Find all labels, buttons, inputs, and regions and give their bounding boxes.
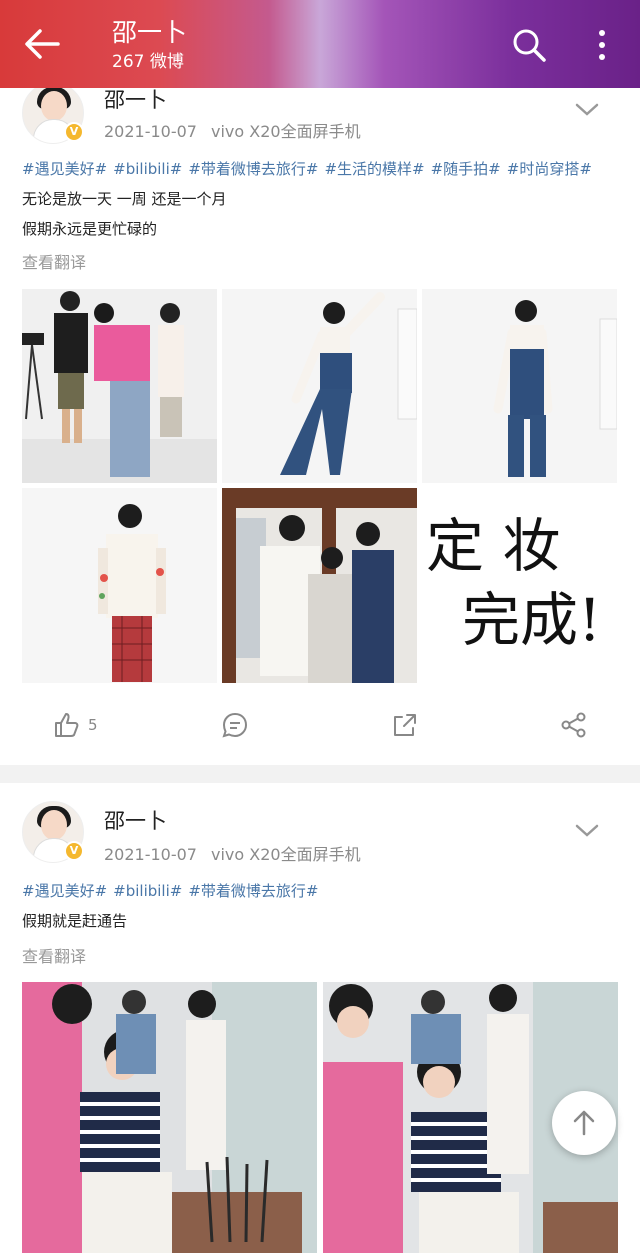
hashtag-link[interactable]: #bilibili#: [113, 160, 182, 178]
like-count: 5: [88, 716, 98, 734]
photo-overalls-pose[interactable]: [222, 289, 417, 483]
photo-handwriting[interactable]: 定 妆 完成!: [422, 488, 617, 683]
arrow-up-icon: [573, 1110, 595, 1136]
post-date: 2021-10-07: [104, 122, 197, 141]
photo-group-three[interactable]: [222, 488, 417, 683]
post-date: 2021-10-07: [104, 845, 197, 864]
post-text-line: 假期就是赶通告: [22, 912, 128, 930]
post-count: 267 微博: [112, 52, 184, 72]
hashtag-row: #遇见美好# #bilibili# #带着微博去旅行#: [22, 880, 324, 901]
share-icon: [561, 712, 586, 738]
chevron-down-icon[interactable]: [574, 102, 600, 118]
scroll-to-top-button[interactable]: [552, 1091, 616, 1155]
post-text-line: 无论是放一天 一周 还是一个月: [22, 190, 227, 208]
post-actions-bar: 5: [0, 705, 640, 745]
post-meta: 2021-10-07 vivo X20全面屏手机: [104, 841, 361, 865]
verified-badge-icon: V: [64, 122, 84, 142]
photo-overalls-standing[interactable]: [422, 289, 617, 483]
share-button[interactable]: [560, 705, 588, 745]
back-arrow-icon[interactable]: [22, 26, 62, 62]
photo-makeup-chair-1[interactable]: [22, 982, 317, 1253]
hashtag-row: #遇见美好# #bilibili# #带着微博去旅行# #生活的模样# #随手拍# #时尚…: [22, 158, 598, 179]
post-meta: 2021-10-07 vivo X20全面屏手机: [104, 118, 361, 142]
profile-page: 邵一卜 267 微博 V 邵一卜 2021-10-07 vivo X20全面屏手机…: [0, 0, 640, 1253]
repost-button[interactable]: [391, 705, 419, 745]
search-icon[interactable]: [510, 26, 548, 64]
post-device[interactable]: vivo X20全面屏手机: [211, 845, 361, 864]
photo-sweater-plaid-pants[interactable]: [22, 488, 217, 683]
top-bar: 邵一卜 267 微博: [0, 0, 640, 88]
like-button[interactable]: 5: [52, 705, 98, 745]
hashtag-link[interactable]: #生活的模样#: [324, 160, 424, 178]
post-card: V 邵一卜 2021-10-07 vivo X20全面屏手机 #遇见美好# #bil…: [0, 783, 640, 1253]
translate-link[interactable]: 查看翻译: [22, 943, 86, 967]
hashtag-link[interactable]: #带着微博去旅行#: [188, 882, 318, 900]
post-device[interactable]: vivo X20全面屏手机: [211, 122, 361, 141]
thumbs-up-icon: [55, 713, 79, 737]
hashtag-link[interactable]: #随手拍#: [431, 160, 501, 178]
photo-studio-makeup[interactable]: [22, 289, 217, 483]
more-vertical-icon[interactable]: [590, 26, 614, 64]
hashtag-link[interactable]: #bilibili#: [113, 882, 182, 900]
hashtag-link[interactable]: #带着微博去旅行#: [188, 160, 318, 178]
translate-link[interactable]: 查看翻译: [22, 249, 86, 273]
username[interactable]: 邵一卜: [104, 84, 167, 114]
username[interactable]: 邵一卜: [104, 805, 167, 835]
repost-icon: [394, 714, 416, 736]
comment-icon: [222, 712, 248, 738]
verified-badge-icon: V: [64, 841, 84, 861]
header-title-block: 邵一卜 267 微博: [112, 18, 187, 73]
hashtag-link[interactable]: #遇见美好#: [22, 882, 107, 900]
hashtag-link[interactable]: #时尚穿搭#: [507, 160, 592, 178]
post-card: V 邵一卜 2021-10-07 vivo X20全面屏手机 #遇见美好# #bil…: [0, 60, 640, 765]
handwriting-line2: 完成!: [462, 586, 601, 654]
page-title: 邵一卜: [112, 18, 188, 47]
comment-button[interactable]: [221, 705, 249, 745]
hashtag-link[interactable]: #遇见美好#: [22, 160, 107, 178]
chevron-down-icon[interactable]: [574, 823, 600, 839]
handwriting-line1: 定 妆: [426, 512, 560, 580]
post-text-line: 假期永远是更忙碌的: [22, 220, 158, 238]
